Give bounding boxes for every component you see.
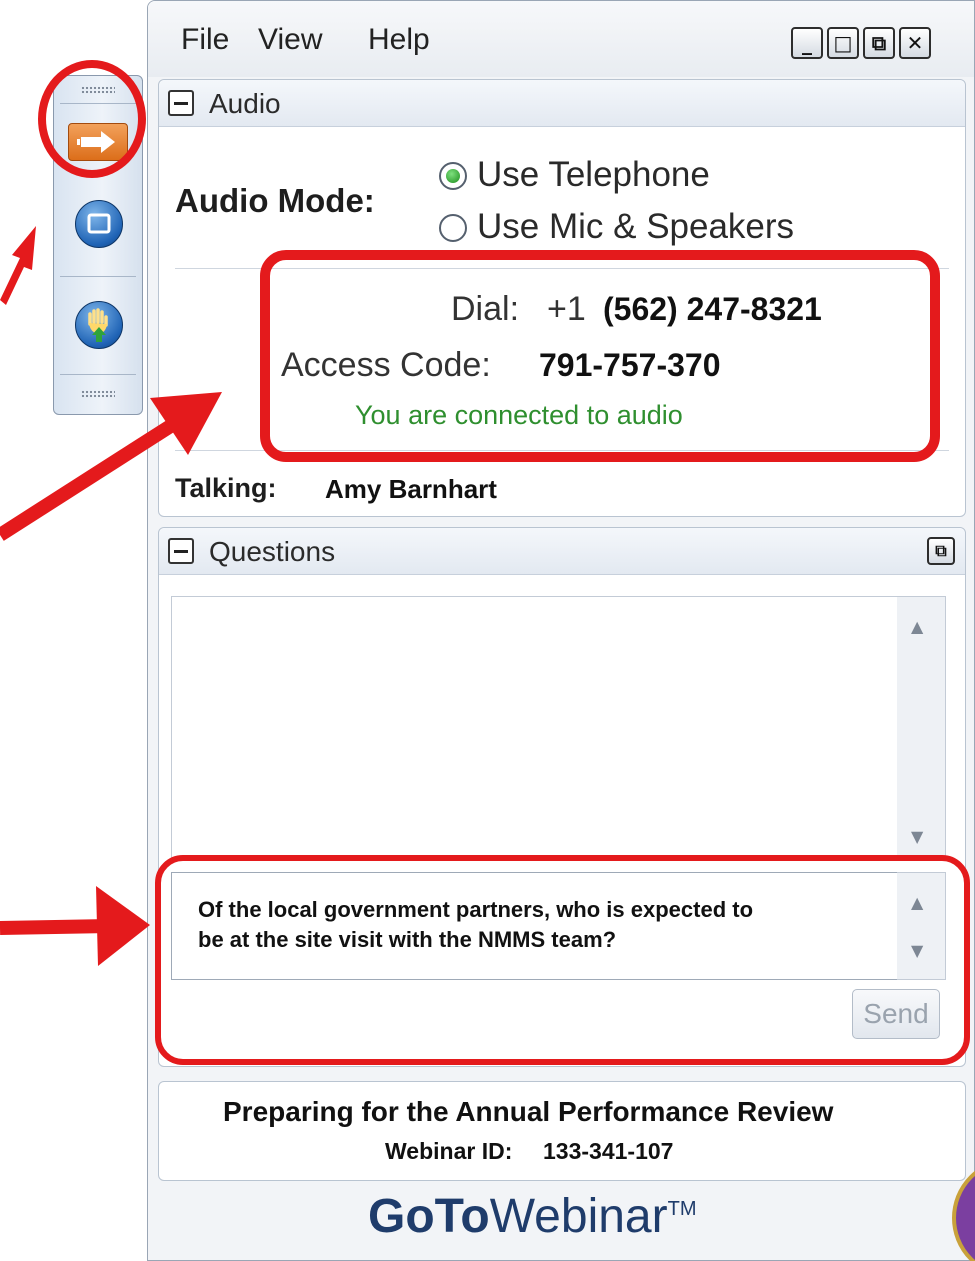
- annotation-arrow: [150, 392, 222, 455]
- annotation-arrow: [0, 226, 36, 305]
- annotation-arrow: [0, 919, 111, 935]
- annotation-arrow: [96, 886, 150, 966]
- annotation-arrow: [0, 414, 184, 541]
- seal-logo: [952, 1170, 975, 1261]
- annotation-arrows: [0, 226, 975, 1261]
- page: { "menu": { "file": "File", "view": "Vie…: [0, 0, 975, 1261]
